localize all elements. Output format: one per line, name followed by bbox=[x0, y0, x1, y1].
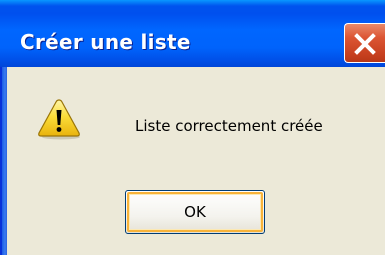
title-bar[interactable]: Créer une liste bbox=[0, 0, 385, 67]
close-icon bbox=[354, 33, 376, 55]
message-text: Liste correctement créée bbox=[135, 117, 323, 135]
ok-button[interactable]: OK bbox=[125, 190, 265, 234]
message-dialog: Créer une liste Liste correctement créée bbox=[0, 0, 385, 255]
warning-icon bbox=[38, 99, 80, 140]
dialog-body: Liste correctement créée OK bbox=[7, 67, 385, 255]
close-button[interactable] bbox=[344, 23, 385, 63]
ok-button-label: OK bbox=[184, 203, 206, 221]
window-title: Créer une liste bbox=[20, 30, 191, 54]
